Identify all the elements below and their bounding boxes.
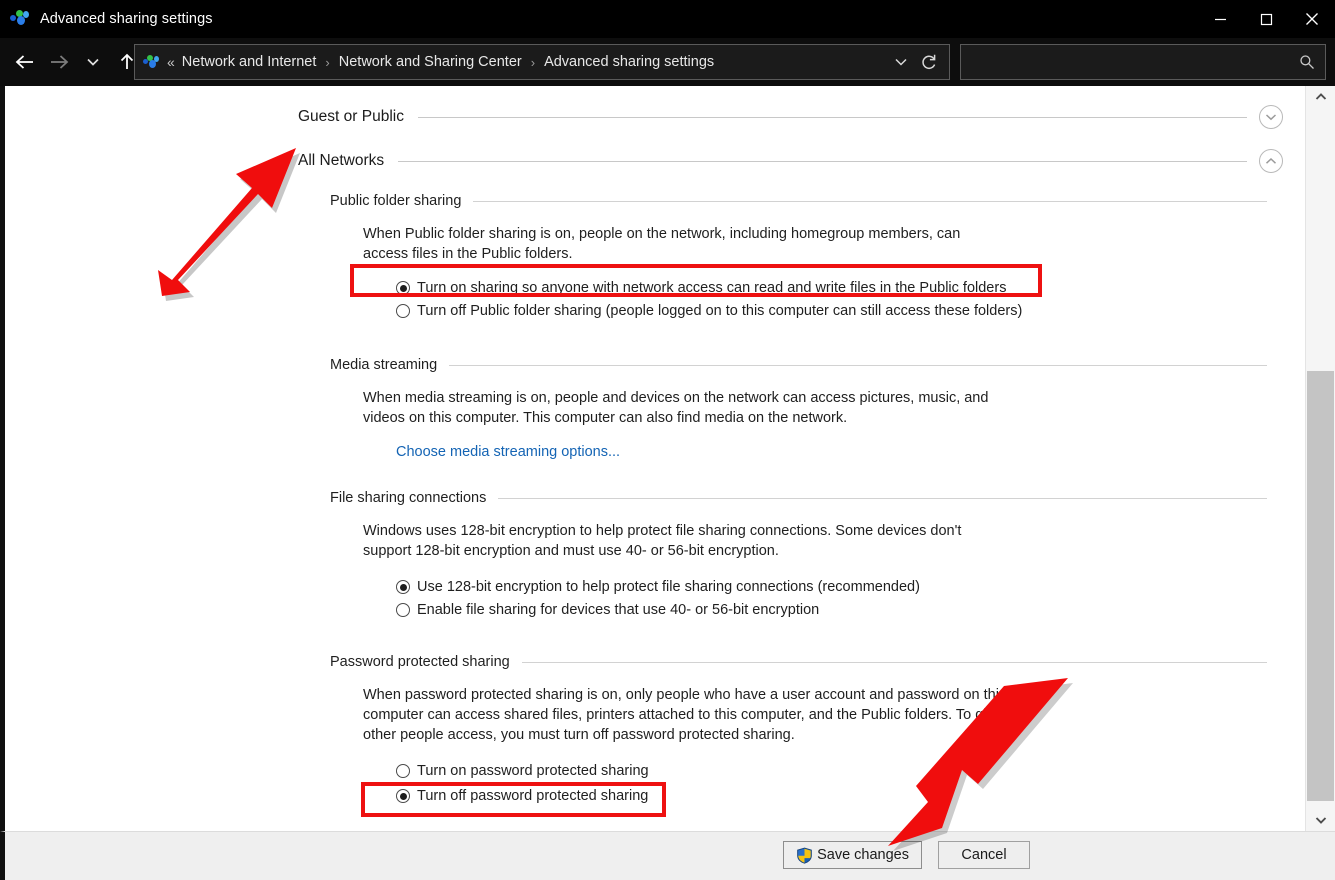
radio-indicator-selected[interactable] [396,281,410,295]
settings-pane: Guest or Public All Networks Public fold… [5,86,1305,831]
radio-label: Turn off password protected sharing [417,788,649,804]
radio-option-enable-40-or-56-bit-encryption[interactable]: Enable file sharing for devices that use… [396,600,1267,620]
breadcrumb: « Network and Internet › Network and Sha… [167,54,887,70]
radio-label: Enable file sharing for devices that use… [417,602,820,618]
footer-actions: Save changes Cancel [783,841,1030,869]
radio-label: Turn off Public folder sharing (people l… [417,303,1023,319]
search-icon [1299,54,1315,70]
save-changes-label: Save changes [817,847,909,863]
close-button[interactable] [1289,0,1335,38]
scroll-up-button[interactable] [1306,86,1335,108]
profile-header-all-networks[interactable]: All Networks [298,144,1283,178]
uac-shield-icon [796,847,813,864]
breadcrumb-item-network-and-internet[interactable]: Network and Internet [180,54,319,70]
radio-indicator-unselected[interactable] [396,764,410,778]
radio-group-password-protected-sharing: Turn on password protected sharing Turn … [396,761,1267,806]
section-title: File sharing connections [330,490,487,506]
section-header: Public folder sharing [330,186,1267,216]
section-header: Password protected sharing [330,647,1267,677]
forward-button[interactable] [42,42,76,82]
choose-media-streaming-options-link[interactable]: Choose media streaming options... [396,444,620,460]
divider [521,661,1267,663]
section-description: When password protected sharing is on, o… [363,687,1007,743]
section-title: Public folder sharing [330,193,462,209]
recent-locations-button[interactable] [76,42,110,82]
back-button[interactable] [8,42,42,82]
profile-title: Guest or Public [298,108,404,125]
section-title: Password protected sharing [330,654,510,670]
radio-label: Turn on password protected sharing [417,763,649,779]
cancel-button[interactable]: Cancel [938,841,1030,869]
advanced-sharing-settings-window: Advanced sharing settings « Network and … [0,0,1335,880]
radio-group-public-folder-sharing: Turn on sharing so anyone with network a… [396,278,1267,321]
radio-group-file-sharing-connections: Use 128-bit encryption to help protect f… [396,577,1267,620]
breadcrumb-separator-icon[interactable]: › [318,55,336,70]
section-media-streaming: Media streaming When media streaming is … [330,350,1267,461]
address-bar-actions [887,45,943,79]
radio-option-turn-off-public-sharing[interactable]: Turn off Public folder sharing (people l… [396,301,1267,321]
radio-indicator-unselected[interactable] [396,603,410,617]
divider [417,116,1247,118]
search-input[interactable] [960,44,1326,80]
divider [449,364,1267,366]
window-title: Advanced sharing settings [40,11,213,27]
radio-indicator-selected[interactable] [396,789,410,803]
maximize-button[interactable] [1243,0,1289,38]
radio-label: Use 128-bit encryption to help protect f… [417,579,920,595]
radio-label: Turn on sharing so anyone with network a… [417,280,1007,296]
radio-indicator-selected[interactable] [396,580,410,594]
chevron-down-icon[interactable] [1259,105,1283,129]
cancel-label: Cancel [961,847,1007,863]
address-bar[interactable]: « Network and Internet › Network and Sha… [134,44,950,80]
footer-bar: Save changes Cancel [0,831,1335,880]
network-profile-guest-or-public: Guest or Public [5,100,1305,134]
radio-option-turn-on-password-protected-sharing[interactable]: Turn on password protected sharing [396,761,1267,781]
chevron-down-icon[interactable] [887,45,915,79]
chevron-up-icon[interactable] [1259,149,1283,173]
minimize-button[interactable] [1197,0,1243,38]
breadcrumb-item-network-and-sharing-center[interactable]: Network and Sharing Center [337,54,524,70]
divider [473,200,1267,202]
section-body: When media streaming is on, people and d… [363,388,1267,461]
title-bar: Advanced sharing settings [0,0,1335,38]
content-area: Guest or Public All Networks Public fold… [0,86,1335,831]
refresh-icon[interactable] [915,45,943,79]
section-description: When Public folder sharing is on, people… [363,226,961,262]
breadcrumb-separator-icon[interactable]: › [524,55,542,70]
scroll-down-button[interactable] [1306,809,1335,831]
section-header: File sharing connections [330,483,1267,513]
radio-indicator-unselected[interactable] [396,304,410,318]
divider [498,497,1267,499]
radio-option-turn-off-password-protected-sharing[interactable]: Turn off password protected sharing [396,786,1267,806]
breadcrumb-item-advanced-sharing-settings[interactable]: Advanced sharing settings [542,54,716,70]
radio-option-turn-on-public-sharing[interactable]: Turn on sharing so anyone with network a… [396,278,1267,298]
section-public-folder-sharing: Public folder sharing When Public folder… [330,186,1267,321]
save-changes-button[interactable]: Save changes [783,841,922,869]
section-body: Windows uses 128-bit encryption to help … [363,521,1267,620]
divider [398,160,1247,162]
profile-title: All Networks [298,152,385,169]
vertical-scrollbar[interactable] [1305,86,1335,831]
settings-scroll-region: Guest or Public All Networks Public fold… [5,86,1305,831]
section-header: Media streaming [330,350,1267,380]
section-body: When password protected sharing is on, o… [363,685,1267,806]
scrollbar-thumb[interactable] [1307,371,1334,801]
section-description: When media streaming is on, people and d… [363,390,989,426]
section-file-sharing-connections: File sharing connections Windows uses 12… [330,483,1267,620]
section-password-protected-sharing: Password protected sharing When password… [330,647,1267,806]
section-title: Media streaming [330,357,438,373]
network-sharing-icon [10,9,32,29]
network-profile-all-networks: All Networks Public folder sharing When … [5,144,1305,831]
address-bar-network-icon [143,54,161,70]
window-controls [1197,0,1335,38]
radio-option-use-128-bit-encryption[interactable]: Use 128-bit encryption to help protect f… [396,577,1267,597]
section-description: Windows uses 128-bit encryption to help … [363,523,962,559]
section-body: When Public folder sharing is on, people… [363,224,1267,321]
breadcrumb-overflow-icon[interactable]: « [167,54,180,70]
profile-header-guest-or-public[interactable]: Guest or Public [298,100,1283,134]
